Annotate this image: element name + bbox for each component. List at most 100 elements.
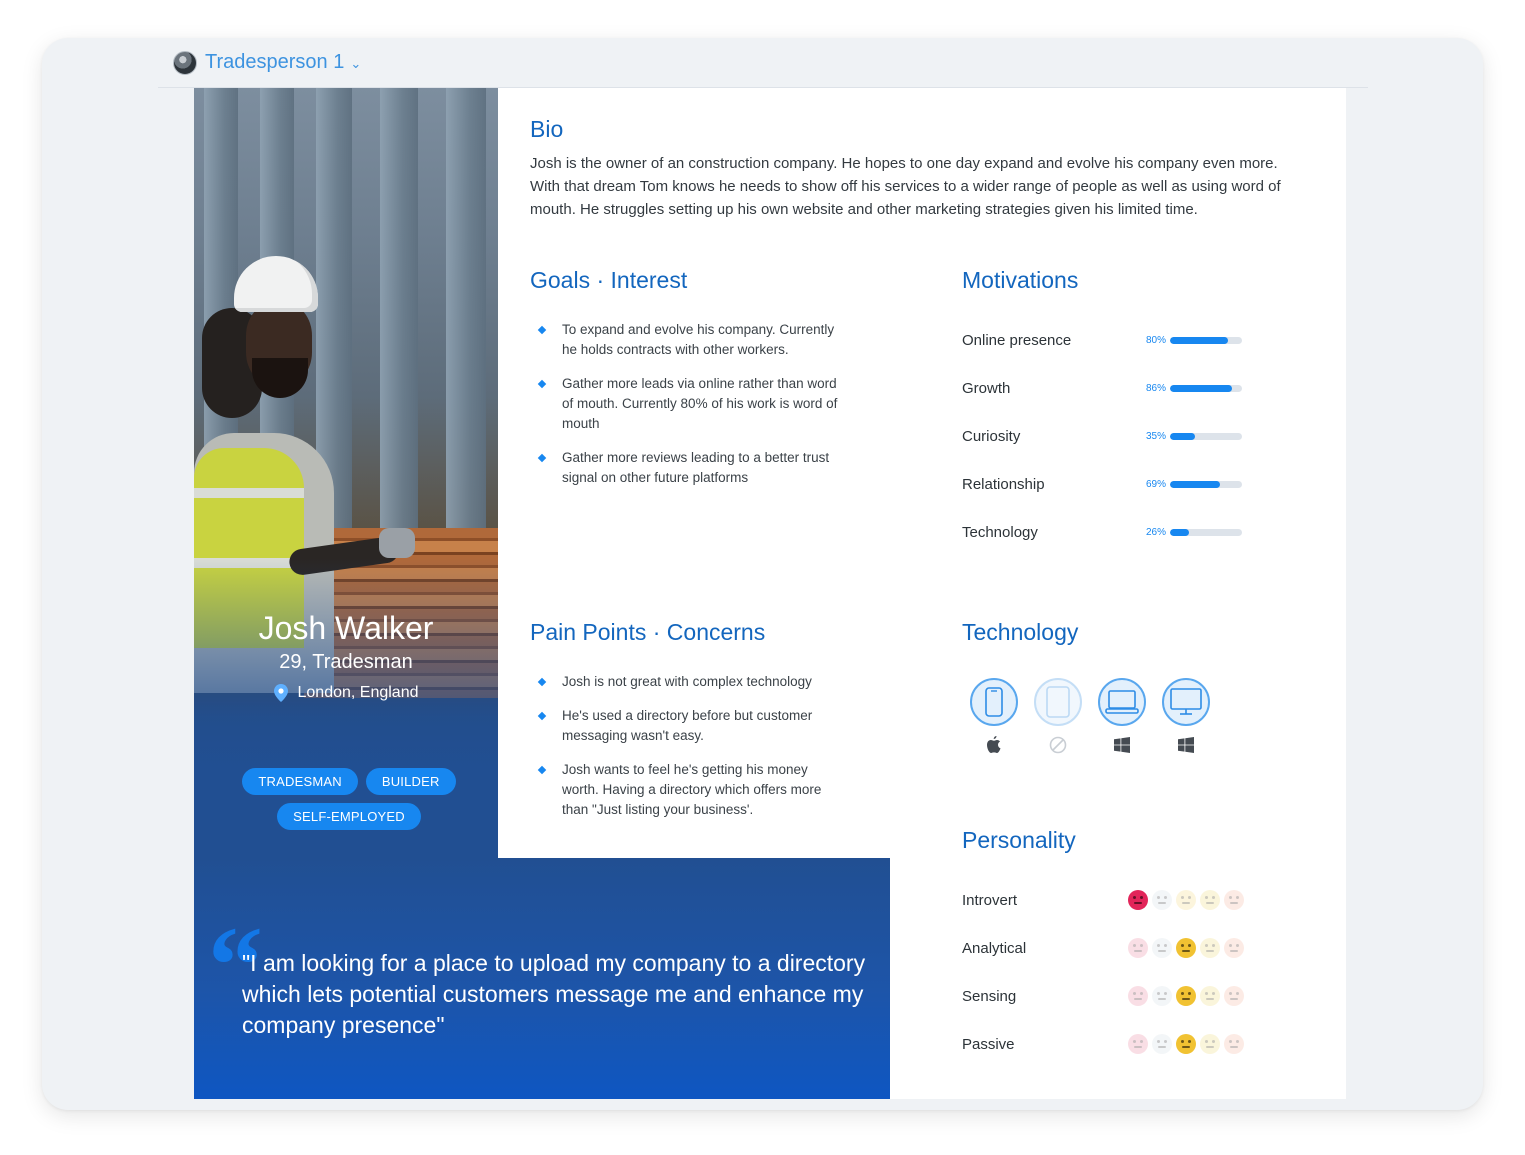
profile-age-role: 29, Tradesman (279, 651, 413, 673)
motivation-bar-fill (1170, 336, 1228, 344)
emoji-face-icon[interactable] (1152, 1034, 1172, 1054)
location-text: London, England (297, 684, 419, 701)
motivation-bar (1170, 384, 1242, 392)
motivation-bar-fill (1170, 480, 1220, 488)
windows-icon (1113, 736, 1131, 754)
persona-selector[interactable]: Tradesperson 1 (205, 51, 344, 74)
profile-photo: Josh Walker 29, Tradesman London, Englan… (194, 88, 498, 858)
motivation-percent: 80% (1145, 334, 1166, 346)
motivation-bar-fill (1170, 432, 1196, 440)
motivation-label: Growth (962, 379, 1011, 397)
emoji-face-icon[interactable] (1176, 890, 1196, 910)
motivation-bar-fill (1170, 384, 1232, 392)
apple-icon (985, 736, 1003, 754)
quote-text: "I am looking for a place to upload my c… (242, 950, 866, 1038)
emoji-face-icon[interactable] (1200, 986, 1220, 1006)
emoji-face-icon[interactable] (1128, 890, 1148, 910)
personality-row: Passive (962, 1032, 1262, 1056)
pain-points-heading: Pain Points · Concerns (530, 619, 766, 645)
emoji-face-icon[interactable] (1224, 938, 1244, 958)
tag: SELF-EMPLOYED (277, 803, 421, 830)
goals-list: To expand and evolve his company. Curren… (530, 320, 840, 502)
profile-name: Josh Walker (258, 610, 434, 646)
technology-heading: Technology (962, 619, 1079, 645)
emoji-face-icon[interactable] (1224, 986, 1244, 1006)
motivations-heading: Motivations (962, 267, 1079, 293)
motivation-bar (1170, 528, 1242, 536)
tag: BUILDER (365, 768, 456, 795)
emoji-face-icon[interactable] (1152, 890, 1172, 910)
tag: TRADESMAN (242, 768, 358, 795)
motivation-percent: 69% (1145, 478, 1166, 490)
personality-label: Analytical (962, 939, 1027, 957)
motivation-row: Curiosity 35% (962, 424, 1262, 448)
motivation-percent: 26% (1145, 526, 1166, 538)
personality-row: Introvert (962, 888, 1262, 912)
motivation-label: Relationship (962, 475, 1045, 493)
motivation-row: Online presence 80% (962, 328, 1262, 352)
tag-list: TRADESMAN BUILDER SELF-EMPLOYED (234, 768, 464, 830)
phone-icon (970, 678, 1018, 726)
emoji-face-icon[interactable] (1176, 938, 1196, 958)
tech-device (1097, 678, 1147, 754)
goals-heading: Goals · Interest (530, 267, 688, 293)
motivation-label: Curiosity (962, 427, 1021, 445)
pain-points-list: Josh is not great with complex technolog… (530, 672, 840, 834)
location-pin-icon (273, 684, 288, 702)
personality-label: Sensing (962, 987, 1017, 1005)
tech-device (1033, 678, 1083, 754)
list-item: To expand and evolve his company. Curren… (530, 320, 840, 360)
list-item: Gather more leads via online rather than… (530, 374, 840, 434)
emoji-face-icon[interactable] (1152, 986, 1172, 1006)
motivation-percent: 86% (1145, 382, 1166, 394)
tablet-icon (1034, 678, 1082, 726)
personality-row: Analytical (962, 936, 1262, 960)
windows-icon (1177, 736, 1195, 754)
emoji-face-icon[interactable] (1224, 1034, 1244, 1054)
chevron-down-icon[interactable]: ⌄ (350, 56, 361, 72)
motivation-row: Technology 26% (962, 520, 1262, 544)
laptop-icon (1098, 678, 1146, 726)
emoji-face-icon[interactable] (1200, 1034, 1220, 1054)
list-item: He's used a directory before but custome… (530, 706, 840, 746)
personality-heading: Personality (962, 827, 1076, 853)
motivation-bar (1170, 432, 1242, 440)
bio-text: Josh is the owner of an construction com… (530, 155, 1281, 218)
persona-card: Josh Walker 29, Tradesman London, Englan… (194, 88, 1346, 1099)
list-item: Gather more reviews leading to a better … (530, 448, 840, 488)
emoji-face-icon[interactable] (1128, 986, 1148, 1006)
motivation-bar (1170, 336, 1242, 344)
personality-scale (1128, 938, 1244, 958)
personality-scale (1128, 986, 1244, 1006)
emoji-face-icon[interactable] (1176, 1034, 1196, 1054)
motivation-row: Growth 86% (962, 376, 1262, 400)
none-icon (1049, 736, 1067, 754)
list-item: Josh wants to feel he's getting his mone… (530, 760, 840, 820)
personality-row: Sensing (962, 984, 1262, 1008)
emoji-face-icon[interactable] (1128, 938, 1148, 958)
emoji-face-icon[interactable] (1200, 938, 1220, 958)
top-bar: Tradesperson 1 ⌄ (158, 38, 1368, 88)
desktop-icon (1162, 678, 1210, 726)
bio-heading: Bio (530, 116, 564, 142)
motivation-percent: 35% (1145, 430, 1166, 442)
personality-scale (1128, 1034, 1244, 1054)
emoji-face-icon[interactable] (1128, 1034, 1148, 1054)
motivation-bar (1170, 480, 1242, 488)
personality-scale (1128, 890, 1244, 910)
emoji-face-icon[interactable] (1152, 938, 1172, 958)
avatar[interactable] (173, 50, 197, 75)
personality-label: Passive (962, 1035, 1015, 1053)
profile-location: London, England (194, 684, 498, 702)
emoji-face-icon[interactable] (1176, 986, 1196, 1006)
motivation-label: Online presence (962, 331, 1072, 349)
emoji-face-icon[interactable] (1200, 890, 1220, 910)
emoji-face-icon[interactable] (1224, 890, 1244, 910)
persona-window: Tradesperson 1 ⌄ Josh Walker 29, Tradesm (42, 38, 1483, 1110)
tech-device (1161, 678, 1211, 754)
personality-label: Introvert (962, 891, 1018, 909)
list-item: Josh is not great with complex technolog… (530, 672, 840, 692)
motivation-label: Technology (962, 523, 1038, 541)
tech-device (969, 678, 1019, 754)
motivation-row: Relationship 69% (962, 472, 1262, 496)
